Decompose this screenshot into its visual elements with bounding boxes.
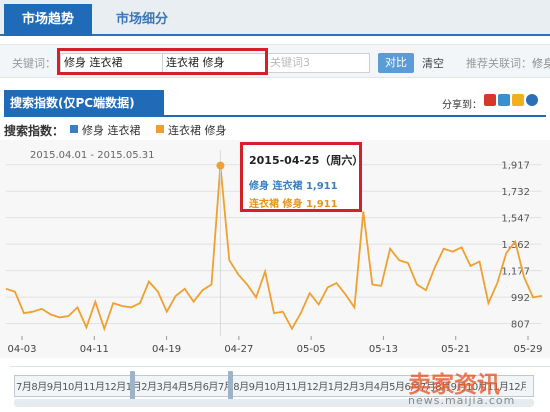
legend-series-2[interactable]: 连衣裙 修身 (168, 122, 227, 138)
recommend-keyword-link[interactable]: 修身 (532, 55, 550, 71)
watermark-url: news.maijia.com (408, 394, 516, 407)
recommend-label: 推荐关联词： (466, 57, 532, 70)
legend-swatch-series-2 (156, 125, 164, 133)
section-divider (4, 115, 546, 117)
x-tick-label: 05-05 (297, 344, 326, 355)
tab-market-trend[interactable]: 市场趋势 (4, 4, 92, 36)
x-tick-label: 05-29 (513, 344, 542, 355)
keyword-input-3[interactable]: 关键词3 (266, 53, 370, 73)
weibo-share-icon[interactable] (484, 94, 496, 106)
clear-button[interactable]: 清空 (422, 55, 444, 71)
x-tick-label: 04-27 (224, 344, 253, 355)
qzone-share-icon[interactable] (498, 94, 510, 106)
x-tick-label: 05-21 (441, 344, 470, 355)
x-tick-label: 05-13 (369, 344, 398, 355)
tooltip-series-1: 修身 连衣裙 1,911 (249, 181, 338, 192)
x-tick-label: 04-03 (7, 344, 36, 355)
legend-series-1[interactable]: 修身 连衣裙 (82, 122, 141, 138)
star-share-icon[interactable] (512, 94, 524, 106)
y-tick-label: 1,732 (501, 187, 530, 198)
x-tick-label: 04-19 (152, 344, 181, 355)
tooltip-series-2: 连衣裙 修身 1,911 (249, 199, 338, 210)
chart-date-range: 2015.04.01 - 2015.05.31 (30, 150, 155, 161)
search-index-tab[interactable]: 搜索指数(仅PC端数据) (4, 90, 164, 116)
share-label: 分享到： (442, 100, 482, 111)
y-tick-label: 1,547 (501, 214, 530, 225)
y-tick-label: 1,917 (501, 161, 530, 172)
tab-market-segment[interactable]: 市场细分 (96, 4, 188, 36)
keyword-label: 关键词： (12, 57, 56, 70)
top-tab-bar: 市场趋势 市场细分 (0, 0, 550, 36)
compare-button[interactable]: 对比 (378, 53, 414, 73)
y-tick-label: 1,177 (501, 267, 530, 278)
keyword-highlight-frame (57, 48, 268, 75)
navigator-left-handle[interactable] (130, 371, 135, 401)
hover-point (216, 161, 225, 170)
x-tick-label: 04-11 (80, 344, 109, 355)
legend-swatch-series-1 (70, 125, 78, 133)
navigator-right-handle[interactable] (228, 371, 233, 401)
y-tick-label: 992 (511, 293, 530, 304)
legend-title: 搜索指数： (4, 124, 65, 138)
person-share-icon[interactable] (526, 94, 538, 106)
chart-tooltip: 2015-04-25（周六） 修身 连衣裙 1,911 连衣裙 修身 1,911 (240, 142, 364, 212)
tooltip-date: 2015-04-25（周六） (249, 154, 364, 167)
y-tick-label: 807 (511, 320, 530, 331)
